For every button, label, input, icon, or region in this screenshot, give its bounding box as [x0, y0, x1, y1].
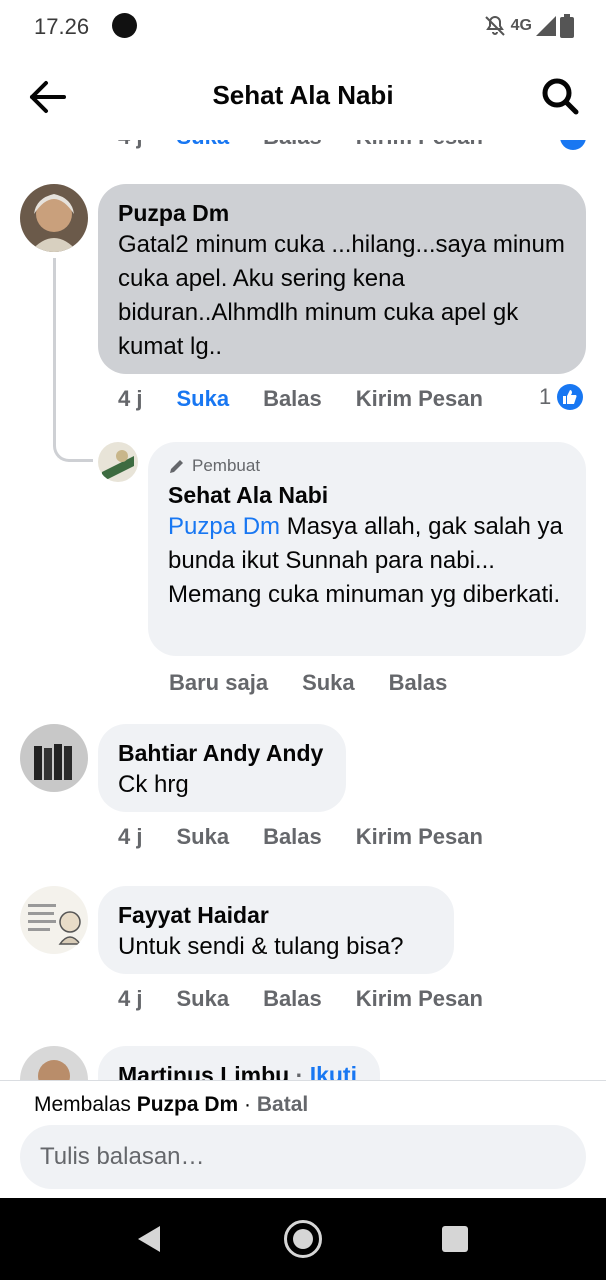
comment-time: 4 j [118, 986, 143, 1011]
comment-author-line: Martinus Limbu · Ikuti [118, 1060, 360, 1080]
comment-author[interactable]: Puzpa Dm [118, 198, 566, 228]
avatar[interactable] [20, 724, 88, 792]
reply-composer: Membalas Puzpa Dm · Batal [0, 1080, 606, 1198]
comment-bubble[interactable]: Martinus Limbu · Ikuti [98, 1046, 380, 1080]
comment-text: Gatal2 minum cuka ...hilang...saya minum… [118, 231, 565, 360]
nav-home-icon[interactable] [284, 1220, 322, 1258]
reaction-count: 1 [539, 384, 552, 409]
comment-time: 4 j [118, 824, 143, 849]
reply-button[interactable]: Balas [263, 824, 322, 850]
creator-badge: Pembuat [168, 456, 566, 476]
avatar-illustration-icon [20, 886, 88, 954]
comment-text: Untuk sendi & tulang bisa? [118, 933, 404, 960]
battery-icon [560, 14, 574, 38]
like-button[interactable]: Suka [176, 986, 229, 1012]
replying-to-label: Membalas Puzpa Dm · Batal [34, 1093, 308, 1117]
creator-badge-label: Pembuat [192, 456, 261, 475]
nav-recents-icon[interactable] [442, 1226, 468, 1252]
comment-bubble[interactable]: Bahtiar Andy Andy Ck hrg [98, 724, 346, 812]
reply-target: Puzpa Dm [136, 1093, 239, 1116]
comment-actions: 4 j Suka Balas Kirim Pesan [118, 986, 517, 1012]
avatar-photo-icon [20, 724, 88, 792]
avatar[interactable] [20, 886, 88, 954]
reply-bubble[interactable]: Pembuat Sehat Ala Nabi Puzpa Dm Masya al… [148, 442, 586, 656]
comment-text: Ck hrg [118, 771, 189, 798]
partial-meta-row: 4 j Suka Balas Kirim Pesan [118, 140, 517, 150]
nav-back-icon[interactable] [136, 1224, 162, 1254]
separator: · [238, 1093, 257, 1116]
reply-text: Puzpa Dm Masya allah, gak salah ya bunda… [168, 510, 566, 612]
comment-bubble[interactable]: Fayyat Haidar Untuk sendi & tulang bisa? [98, 886, 454, 974]
status-bar: 17.26 4G [0, 0, 606, 52]
comment-actions: 4 j Suka Balas Kirim Pesan [118, 824, 517, 850]
signal-icon [536, 16, 556, 36]
status-icons: 4G [483, 14, 574, 38]
reply-button[interactable]: Balas [263, 986, 322, 1012]
reaction-summary[interactable]: 1 [539, 384, 584, 410]
like-button[interactable]: Suka [176, 824, 229, 850]
system-nav-bar [0, 1198, 606, 1280]
replying-prefix: Membalas [34, 1093, 137, 1116]
comment-author[interactable]: Fayyat Haidar [118, 900, 434, 930]
pencil-icon [170, 460, 183, 473]
page-logo-icon [98, 442, 138, 482]
reply-button[interactable]: Balas [263, 386, 322, 412]
comment-time: 4 j [118, 140, 142, 150]
partial-reaction [560, 140, 586, 150]
thumbs-up-icon [557, 384, 584, 410]
notification-dot-icon [112, 13, 137, 38]
thread-connector [53, 258, 93, 462]
like-button[interactable]: Suka [176, 140, 229, 150]
comment-time: 4 j [118, 386, 143, 411]
send-message-button[interactable]: Kirim Pesan [356, 824, 483, 850]
mention-link[interactable]: Puzpa Dm [168, 513, 280, 540]
follow-button[interactable]: Ikuti [310, 1062, 357, 1080]
reply-input[interactable] [20, 1125, 586, 1189]
comment-author[interactable]: Martinus Limbu [118, 1062, 289, 1080]
avatar[interactable] [20, 184, 88, 252]
search-icon [542, 78, 579, 115]
send-message-button[interactable]: Kirim Pesan [356, 386, 483, 412]
avatar-photo-icon [20, 184, 88, 252]
reply-button[interactable]: Balas [389, 670, 448, 696]
page-title: Sehat Ala Nabi [212, 80, 394, 110]
network-type: 4G [510, 17, 532, 34]
separator: · [289, 1062, 310, 1080]
avatar-photo-icon [20, 1046, 88, 1080]
send-message-button[interactable]: Kirim Pesan [356, 140, 483, 150]
send-message-button[interactable]: Kirim Pesan [356, 986, 483, 1012]
comment-actions: 4 j Suka Balas Kirim Pesan [118, 386, 517, 412]
comment-author[interactable]: Bahtiar Andy Andy [118, 738, 326, 768]
comment-bubble[interactable]: Puzpa Dm Gatal2 minum cuka ...hilang...s… [98, 184, 586, 374]
reply-author[interactable]: Sehat Ala Nabi [168, 480, 566, 510]
like-reaction-icon [560, 140, 586, 150]
avatar[interactable] [20, 1046, 88, 1080]
cancel-reply-button[interactable]: Batal [257, 1093, 308, 1116]
status-time: 17.26 [34, 14, 90, 39]
search-button[interactable] [540, 76, 580, 116]
like-button[interactable]: Suka [302, 670, 355, 696]
reply-time: Baru saja [169, 670, 269, 695]
page-avatar[interactable] [98, 442, 138, 482]
like-button[interactable]: Suka [176, 386, 229, 412]
reply-button[interactable]: Balas [263, 140, 322, 150]
mute-notification-icon [484, 15, 505, 36]
app-header: Sehat Ala Nabi [0, 52, 606, 140]
reply-actions: Baru saja Suka Balas [169, 670, 481, 696]
comment-feed[interactable]: 4 j Suka Balas Kirim Pesan Puzpa Dm Gata… [0, 140, 606, 1080]
